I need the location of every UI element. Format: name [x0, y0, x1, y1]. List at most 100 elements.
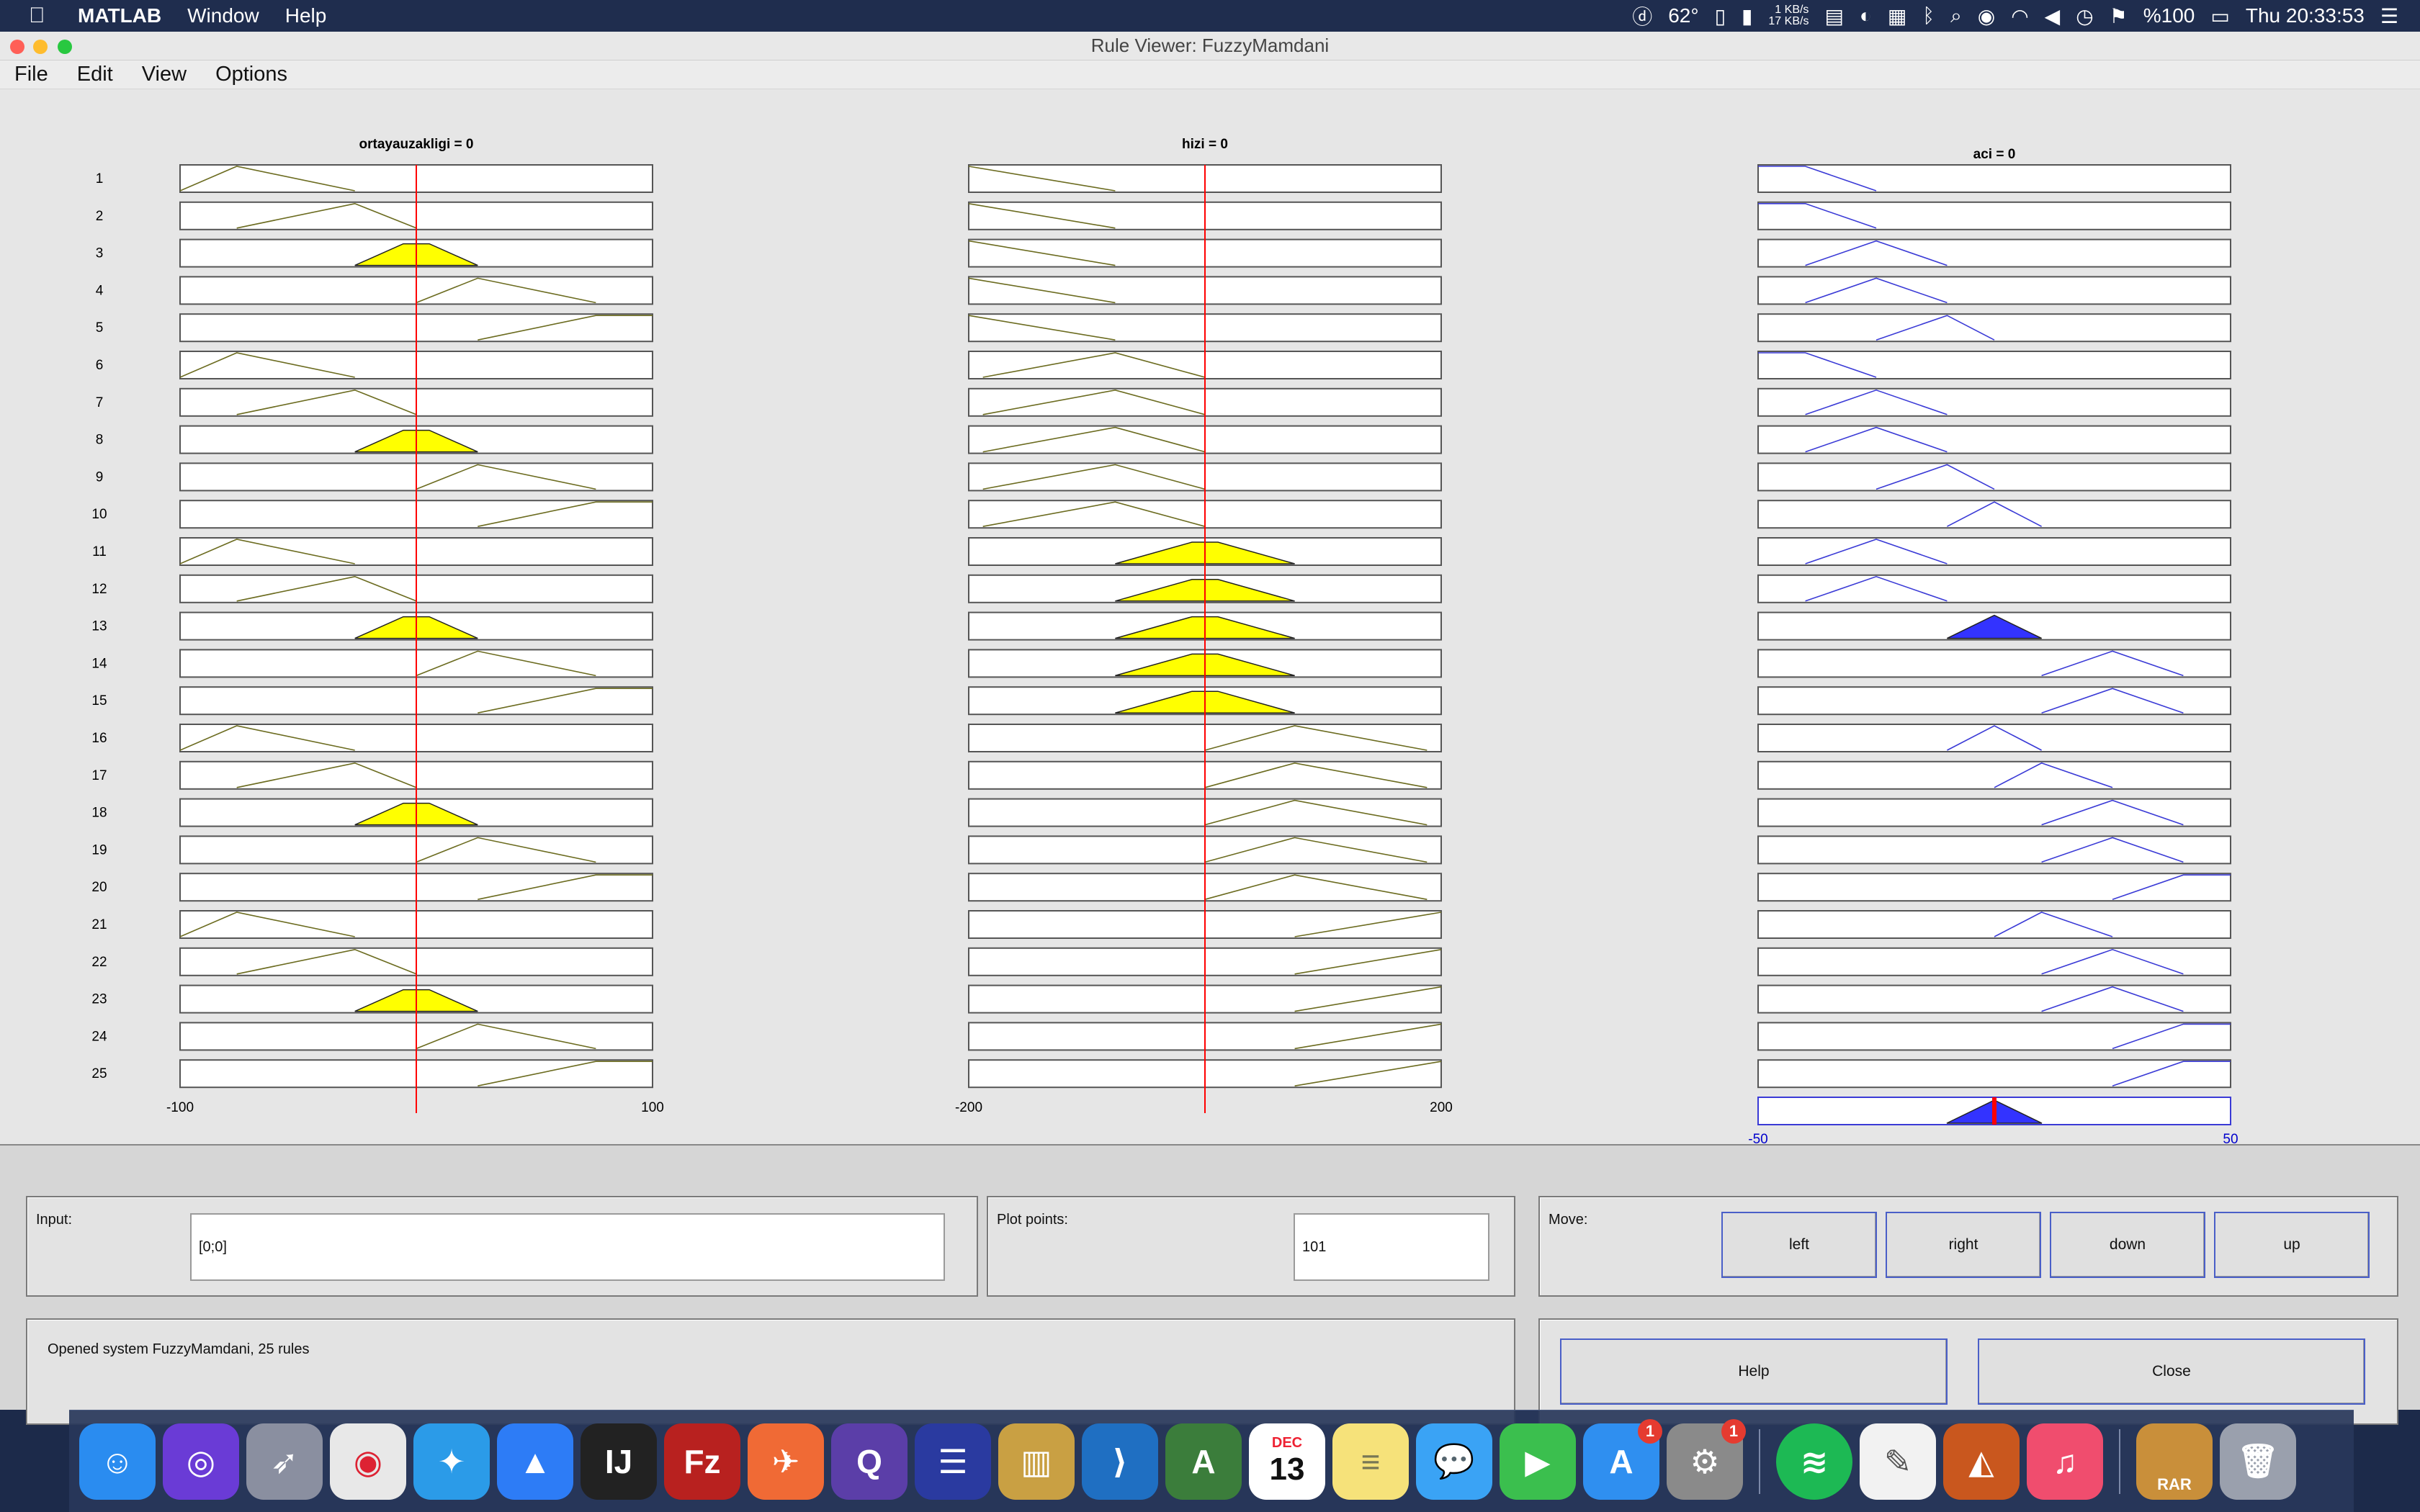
system-preferences-icon[interactable]: ⚙ 1: [1667, 1418, 1746, 1500]
rule-cell: [1757, 462, 2231, 492]
move-up-button[interactable]: up: [2214, 1212, 2370, 1278]
move-right-button[interactable]: right: [1886, 1212, 2041, 1278]
rule-cell: [1757, 351, 2231, 379]
intellij-icon[interactable]: IJ: [581, 1423, 657, 1500]
sequel-pro-icon[interactable]: ▥: [998, 1423, 1075, 1500]
rule-number: 21: [91, 917, 107, 932]
window-titlebar[interactable]: Rule Viewer: FuzzyMamdani: [0, 32, 2420, 60]
rule-number: 1: [96, 171, 104, 186]
rule-cell: [1757, 798, 2231, 827]
rule-number: 25: [91, 1066, 107, 1081]
quicktime-icon[interactable]: Q: [831, 1423, 908, 1500]
clock[interactable]: Thu 20:33:53: [2246, 4, 2365, 27]
chrome-icon[interactable]: ◉: [330, 1423, 406, 1500]
search-icon[interactable]: ⌕: [1950, 4, 1962, 28]
notification-center-icon[interactable]: ☰: [2380, 4, 2398, 28]
menu-view[interactable]: View: [142, 63, 187, 86]
spark-icon[interactable]: ▲: [497, 1423, 573, 1500]
safari-icon[interactable]: ✦: [413, 1423, 490, 1500]
app-menubar: File Edit View Options: [0, 60, 2420, 89]
rule-cell: [1757, 947, 2231, 976]
rule-cell: [1757, 313, 2231, 343]
dictionary-icon[interactable]: ⓓ: [1632, 1, 1652, 30]
control-area: Input: [0;0] Plot points: 101 Move: left…: [0, 1144, 2420, 1425]
spotify-icon[interactable]: ≋: [1776, 1423, 1852, 1500]
rule-number: 10: [91, 507, 107, 522]
app-store-icon[interactable]: A1: [1583, 1418, 1662, 1500]
close-window-icon[interactable]: [10, 40, 24, 54]
time-machine-icon[interactable]: ◷: [2076, 4, 2093, 28]
drive-icon[interactable]: ▤: [1824, 4, 1843, 28]
axis-max-label: 100: [641, 1100, 664, 1115]
siri-icon[interactable]: ◎: [163, 1423, 239, 1500]
plot-points-label: Plot points:: [997, 1212, 1068, 1228]
memory-icon[interactable]: ▮: [1742, 4, 1752, 28]
rule-cell: [1757, 276, 2231, 305]
cpu-icon[interactable]: ▯: [1715, 4, 1726, 28]
menu-edit[interactable]: Edit: [77, 63, 113, 86]
network-speed[interactable]: 1 KB/s 17 KB/s: [1768, 4, 1809, 27]
siri-icon[interactable]: ◉: [1978, 4, 1995, 28]
dock-separator-2: [2119, 1428, 2120, 1494]
launchpad-icon[interactable]: ➶: [246, 1423, 323, 1500]
maximize-window-icon[interactable]: [58, 40, 72, 54]
battery-icon[interactable]: ▭: [2210, 4, 2229, 28]
rule-cell: [1757, 649, 2231, 678]
vscode-icon[interactable]: ⟩: [1082, 1423, 1158, 1500]
battery-percent[interactable]: %100: [2143, 4, 2195, 27]
bluetooth-icon[interactable]: ᛒ: [1922, 4, 1935, 27]
rule-number: 11: [92, 544, 107, 559]
rule-number: 20: [91, 880, 107, 895]
move-panel: Move: left right down up: [1538, 1196, 2398, 1297]
plot-points-panel: Plot points: 101: [987, 1196, 1515, 1297]
temperature[interactable]: 62°: [1668, 4, 1698, 27]
close-button[interactable]: Close: [1978, 1338, 2365, 1405]
android-studio-icon[interactable]: A: [1165, 1423, 1242, 1500]
plot-title-3: aci = 0: [1973, 147, 2016, 162]
flag-icon[interactable]: ⚑: [2110, 4, 2128, 28]
plot-points-field[interactable]: 101: [1294, 1213, 1489, 1281]
minimize-window-icon[interactable]: [33, 40, 48, 54]
rule-number: 17: [91, 768, 107, 783]
apple-icon[interactable]: : [29, 4, 58, 28]
facetime-icon[interactable]: ▶: [1500, 1423, 1576, 1500]
contrast-icon[interactable]: ◐: [1860, 4, 1872, 27]
rule-cell: [1757, 873, 2231, 902]
rule-number: 24: [91, 1029, 107, 1044]
menu-matlab[interactable]: MATLAB: [78, 4, 161, 27]
menu-options[interactable]: Options: [215, 63, 287, 86]
wifi-icon[interactable]: ◠: [2011, 4, 2028, 28]
axis-min-label: -200: [955, 1100, 982, 1115]
rar-archive-icon[interactable]: RAR: [2136, 1423, 2213, 1500]
volume-icon[interactable]: ◀: [2045, 4, 2061, 28]
rule-number: 7: [96, 395, 104, 410]
rule-number: 8: [96, 433, 104, 448]
notes-icon[interactable]: ≡: [1332, 1423, 1409, 1500]
help-close-panel: Help Close: [1538, 1318, 2398, 1425]
input-field[interactable]: [0;0]: [190, 1213, 945, 1281]
menu-window[interactable]: Window: [187, 4, 259, 27]
calendar-icon[interactable]: DEC 13: [1249, 1423, 1325, 1500]
trash-icon[interactable]: 🗑: [2220, 1423, 2296, 1500]
messages-icon[interactable]: 💬: [1416, 1423, 1492, 1500]
rule-plots-area: ortayauzakligi = 0 1 2 3 4 5 6 7 8 9 10 11 12 13 14 15 1…: [0, 104, 2420, 1148]
itunes-icon[interactable]: ♫: [2027, 1423, 2103, 1500]
axis-max-label: 200: [1430, 1100, 1453, 1115]
textedit-icon[interactable]: ✎: [1860, 1423, 1936, 1500]
postman-icon[interactable]: ✈: [748, 1423, 824, 1500]
matlab-icon[interactable]: ◭: [1943, 1423, 2020, 1500]
filezilla-icon[interactable]: Fz: [664, 1423, 740, 1500]
window-layout-icon[interactable]: ▦: [1888, 4, 1906, 28]
rule-number: 2: [96, 209, 104, 224]
menu-file[interactable]: File: [14, 63, 48, 86]
menu-help[interactable]: Help: [285, 4, 327, 27]
rule-cell: [1757, 574, 2231, 603]
finder-icon[interactable]: ☺: [79, 1423, 156, 1500]
eclipse-icon[interactable]: ☰: [915, 1423, 991, 1500]
help-button[interactable]: Help: [1560, 1338, 1948, 1405]
rule-cell: [1757, 425, 2231, 454]
move-down-button[interactable]: down: [2050, 1212, 2205, 1278]
rule-number: 14: [91, 656, 107, 671]
move-left-button[interactable]: left: [1721, 1212, 1877, 1278]
rule-number: 9: [96, 469, 104, 485]
